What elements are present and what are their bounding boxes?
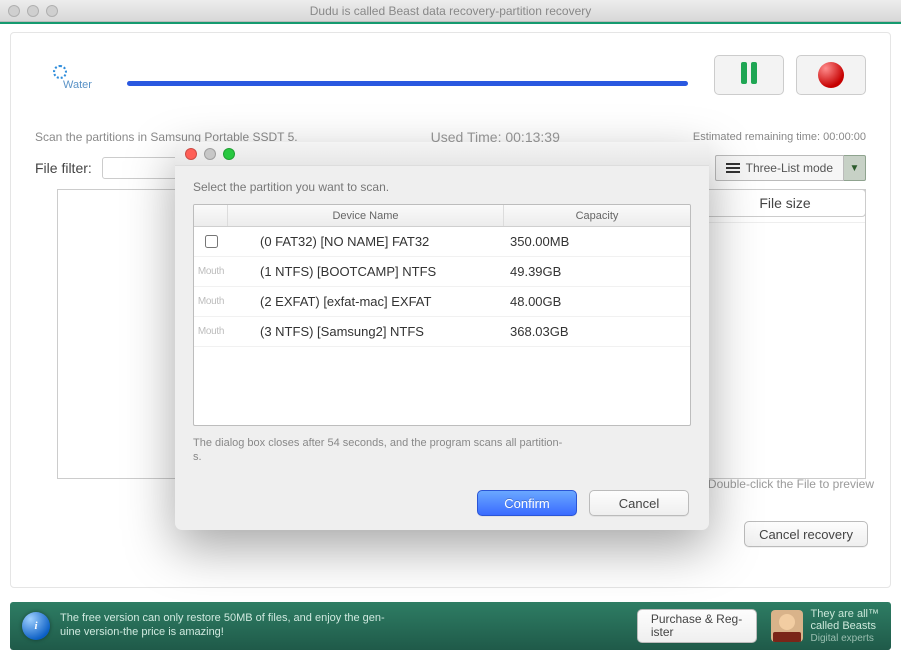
countdown-text: The dialog box closes after 54 seconds, … [193, 436, 563, 465]
remaining-time: Estimated remaining time: 00:00:00 [693, 131, 866, 143]
table-header: Device Name Capacity [194, 205, 690, 227]
pause-button[interactable] [714, 55, 784, 95]
view-mode-selector[interactable]: Three-List mode ▼ [715, 155, 866, 181]
brand-line-1: They are all™ [811, 608, 879, 621]
promo-text: The free version can only restore 50MB o… [60, 612, 400, 640]
row-marker[interactable]: Mouth [194, 326, 228, 337]
minimize-icon [204, 148, 216, 160]
brand-line-2: called Beasts [811, 620, 879, 633]
column-file-size[interactable]: File size [704, 189, 866, 217]
scan-progress-bar [127, 81, 688, 86]
window-title: Dudu is called Beast data recovery-parti… [0, 4, 901, 18]
brand-block: They are all™ called Beasts Digital expe… [771, 608, 879, 645]
column-capacity[interactable]: Capacity [504, 205, 690, 226]
column-checkbox [194, 205, 228, 226]
main-panel: Water Scan the partitions in Samsung Por… [0, 22, 901, 660]
dialog-titlebar[interactable] [175, 142, 709, 166]
row-marker[interactable]: Mouth [194, 296, 228, 307]
dialog-prompt: Select the partition you want to scan. [193, 180, 691, 194]
view-mode-label: Three-List mode [746, 161, 833, 175]
device-name-cell: (0 FAT32) [NO NAME] FAT32 [228, 234, 504, 249]
device-name-cell: (2 EXFAT) [exfat-mac] EXFAT [228, 294, 504, 309]
main-titlebar: Dudu is called Beast data recovery-parti… [0, 0, 901, 22]
pause-icon [741, 62, 757, 89]
zoom-icon[interactable] [223, 148, 235, 160]
app-window: Dudu is called Beast data recovery-parti… [0, 0, 901, 660]
file-preview-area [705, 222, 865, 478]
confirm-button[interactable]: Confirm [477, 490, 577, 516]
cancel-recovery-button[interactable]: Cancel recovery [744, 521, 868, 547]
capacity-cell: 49.39GB [504, 264, 690, 279]
progress-row [11, 33, 890, 95]
capacity-cell: 368.03GB [504, 324, 690, 339]
table-row[interactable]: Mouth(3 NTFS) [Samsung2] NTFS368.03GB [194, 317, 690, 347]
column-device-name[interactable]: Device Name [228, 205, 504, 226]
row-checkbox[interactable] [194, 235, 228, 248]
brand-avatar-icon [771, 610, 803, 642]
progress-label: Water [63, 79, 92, 91]
partition-checkbox[interactable] [205, 235, 218, 248]
spinner-icon [53, 65, 67, 79]
row-marker[interactable]: Mouth [194, 266, 228, 277]
file-filter-label: File filter: [35, 160, 92, 176]
table-row[interactable]: Mouth(2 EXFAT) [exfat-mac] EXFAT48.00GB [194, 287, 690, 317]
info-icon: i [22, 612, 50, 640]
table-row[interactable]: (0 FAT32) [NO NAME] FAT32350.00MB [194, 227, 690, 257]
stop-button[interactable] [796, 55, 866, 95]
stop-icon [818, 62, 844, 88]
capacity-cell: 48.00GB [504, 294, 690, 309]
bottom-bar: i The free version can only restore 50MB… [10, 602, 891, 650]
table-row[interactable]: Mouth(1 NTFS) [BOOTCAMP] NTFS49.39GB [194, 257, 690, 287]
list-lines-icon [726, 163, 740, 173]
preview-hint: Double-click the File to preview [708, 477, 874, 491]
close-icon[interactable] [185, 148, 197, 160]
device-name-cell: (3 NTFS) [Samsung2] NTFS [228, 324, 504, 339]
partition-select-dialog: Select the partition you want to scan. D… [175, 142, 709, 530]
device-name-cell: (1 NTFS) [BOOTCAMP] NTFS [228, 264, 504, 279]
file-detail-pane: File size [705, 190, 865, 478]
purchase-register-button[interactable]: Purchase & Reg- ister [637, 609, 757, 643]
chevron-down-icon[interactable]: ▼ [844, 155, 866, 181]
brand-line-3: Digital experts [811, 633, 879, 645]
capacity-cell: 350.00MB [504, 234, 690, 249]
cancel-button[interactable]: Cancel [589, 490, 689, 516]
partition-table: Device Name Capacity (0 FAT32) [NO NAME]… [193, 204, 691, 426]
